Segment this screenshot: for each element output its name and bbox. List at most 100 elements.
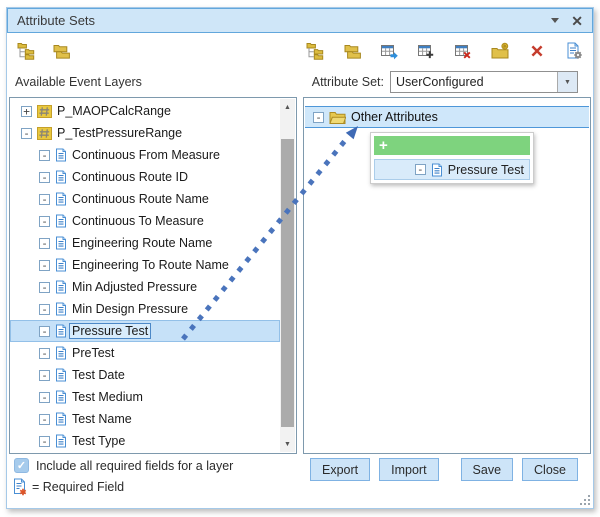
- resize-grip[interactable]: [578, 493, 590, 505]
- attribute-sets-dialog: Attribute Sets ✕ Available Event Layers …: [6, 7, 594, 509]
- open-attribute-set-button[interactable]: [342, 41, 362, 61]
- field-icon: [55, 346, 67, 360]
- drag-item-label: Pressure Test: [448, 163, 524, 177]
- table-add-button[interactable]: [416, 41, 436, 61]
- table-forward-button[interactable]: [379, 41, 399, 61]
- collapse-toggle[interactable]: -: [21, 128, 32, 139]
- tree-item-label: Continuous Route Name: [72, 192, 209, 206]
- tree-item-test-name[interactable]: - Test Name: [10, 408, 280, 430]
- attribute-tree-folders-icon: [306, 42, 324, 60]
- tree-item-p-testpressurerange[interactable]: - P_TestPressureRange: [10, 122, 280, 144]
- scrollbar-thumb[interactable]: [281, 139, 294, 427]
- open-folders-icon: [343, 42, 361, 60]
- drag-ghost-card: + - Pressure Test: [370, 132, 534, 184]
- expand-toggle[interactable]: +: [21, 106, 32, 117]
- collapse-toggle[interactable]: -: [39, 370, 50, 381]
- chevron-down-icon[interactable]: [551, 18, 559, 23]
- export-button[interactable]: Export: [310, 458, 370, 481]
- tree-item-label: Test Date: [72, 368, 125, 382]
- tree-item-engineering-route-name[interactable]: - Engineering Route Name: [10, 232, 280, 254]
- collapse-toggle[interactable]: -: [39, 216, 50, 227]
- collapse-toggle[interactable]: -: [39, 260, 50, 271]
- save-button[interactable]: Save: [461, 458, 514, 481]
- available-layers-panel: + P_MAOPCalcRange - P_TestPressureRange …: [9, 97, 297, 454]
- footer-buttons: Export Import Save Close: [310, 458, 578, 481]
- collapse-toggle[interactable]: -: [39, 194, 50, 205]
- field-icon: [55, 280, 67, 294]
- field-icon: [431, 163, 443, 177]
- attribute-set-panel: - Other Attributes + - Pressure Test: [303, 97, 591, 454]
- tree-item-label: Engineering To Route Name: [72, 258, 229, 272]
- tree-item-label: PreTest: [72, 346, 114, 360]
- tree-scrollbar[interactable]: ▲ ▼: [280, 99, 295, 452]
- field-icon: [55, 236, 67, 250]
- collapse-toggle[interactable]: -: [39, 172, 50, 183]
- tree-item-test-type[interactable]: - Test Type: [10, 430, 280, 452]
- table-remove-icon: [454, 42, 472, 60]
- required-field-label: = Required Field: [32, 480, 124, 494]
- tree-item-test-medium[interactable]: - Test Medium: [10, 386, 280, 408]
- collapse-toggle[interactable]: -: [39, 150, 50, 161]
- attribute-set-value: UserConfigured: [391, 72, 557, 92]
- collapse-toggle[interactable]: -: [39, 392, 50, 403]
- labels-row: Available Event Layers Attribute Set: Us…: [7, 70, 593, 94]
- delete-button[interactable]: [527, 41, 547, 61]
- scroll-down-icon[interactable]: ▼: [280, 436, 295, 452]
- scroll-up-icon[interactable]: ▲: [280, 99, 295, 115]
- attribute-set-label: Attribute Set:: [312, 75, 384, 89]
- tree-item-pressure-test[interactable]: - Pressure Test: [10, 320, 280, 342]
- collapse-toggle[interactable]: -: [313, 112, 324, 123]
- tree-item-label: Pressure Test: [69, 323, 151, 339]
- import-button[interactable]: Import: [379, 458, 438, 481]
- tree-item-label: Engineering Route Name: [72, 236, 212, 250]
- tree-item-label: P_TestPressureRange: [57, 126, 182, 140]
- table-remove-button[interactable]: [453, 41, 473, 61]
- tree-item-label: Test Type: [72, 434, 125, 448]
- tree-item-label: Test Name: [72, 412, 132, 426]
- tree-item-continuous-route-id[interactable]: - Continuous Route ID: [10, 166, 280, 188]
- tree-item-test-date[interactable]: - Test Date: [10, 364, 280, 386]
- event-layers-tree: + P_MAOPCalcRange - P_TestPressureRange …: [10, 100, 280, 452]
- document-settings-button[interactable]: [564, 41, 584, 61]
- required-field-legend: = Required Field: [13, 478, 124, 496]
- close-button[interactable]: Close: [522, 458, 578, 481]
- collapse-toggle[interactable]: -: [39, 304, 50, 315]
- other-attributes-row[interactable]: - Other Attributes: [305, 106, 589, 128]
- open-layers-button[interactable]: [51, 41, 71, 61]
- field-icon: [55, 258, 67, 272]
- collapse-toggle[interactable]: -: [39, 238, 50, 249]
- attribute-set-combobox[interactable]: UserConfigured ▼: [390, 71, 578, 93]
- combobox-dropdown-button[interactable]: ▼: [557, 72, 577, 92]
- include-required-label: Include all required fields for a layer: [36, 459, 233, 473]
- tree-item-p-maopcalcrange[interactable]: + P_MAOPCalcRange: [10, 100, 280, 122]
- tree-item-continuous-route-name[interactable]: - Continuous Route Name: [10, 188, 280, 210]
- close-icon[interactable]: ✕: [571, 14, 583, 28]
- tree-item-min-design-pressure[interactable]: - Min Design Pressure: [10, 298, 280, 320]
- tree-item-continuous-to-measure[interactable]: - Continuous To Measure: [10, 210, 280, 232]
- tree-item-pretest[interactable]: - PreTest: [10, 342, 280, 364]
- tree-item-min-adjusted-pressure[interactable]: - Min Adjusted Pressure: [10, 276, 280, 298]
- field-icon: [55, 170, 67, 184]
- collapse-toggle[interactable]: -: [39, 436, 50, 447]
- field-icon: [55, 434, 67, 448]
- collapse-toggle[interactable]: -: [39, 414, 50, 425]
- window-title: Attribute Sets: [17, 13, 551, 28]
- document-settings-icon: [565, 42, 583, 60]
- attribute-tree-button[interactable]: [305, 41, 325, 61]
- collapse-toggle[interactable]: -: [39, 348, 50, 359]
- drag-ghost-item: - Pressure Test: [374, 159, 530, 180]
- field-icon: [55, 324, 67, 338]
- tree-item-continuous-from-measure[interactable]: - Continuous From Measure: [10, 144, 280, 166]
- field-icon: [55, 214, 67, 228]
- layer-tree-button[interactable]: [16, 41, 36, 61]
- collapse-toggle[interactable]: -: [39, 282, 50, 293]
- drop-add-bar: +: [374, 136, 530, 155]
- required-field-icon: [13, 478, 27, 496]
- tree-item-engineering-to-route-name[interactable]: - Engineering To Route Name: [10, 254, 280, 276]
- tree-item-label: Min Adjusted Pressure: [72, 280, 197, 294]
- field-icon: [55, 148, 67, 162]
- collapse-toggle: -: [415, 164, 426, 175]
- folder-badge-button[interactable]: [490, 41, 510, 61]
- collapse-toggle[interactable]: -: [39, 326, 50, 337]
- include-required-checkbox[interactable]: ✓: [14, 458, 29, 473]
